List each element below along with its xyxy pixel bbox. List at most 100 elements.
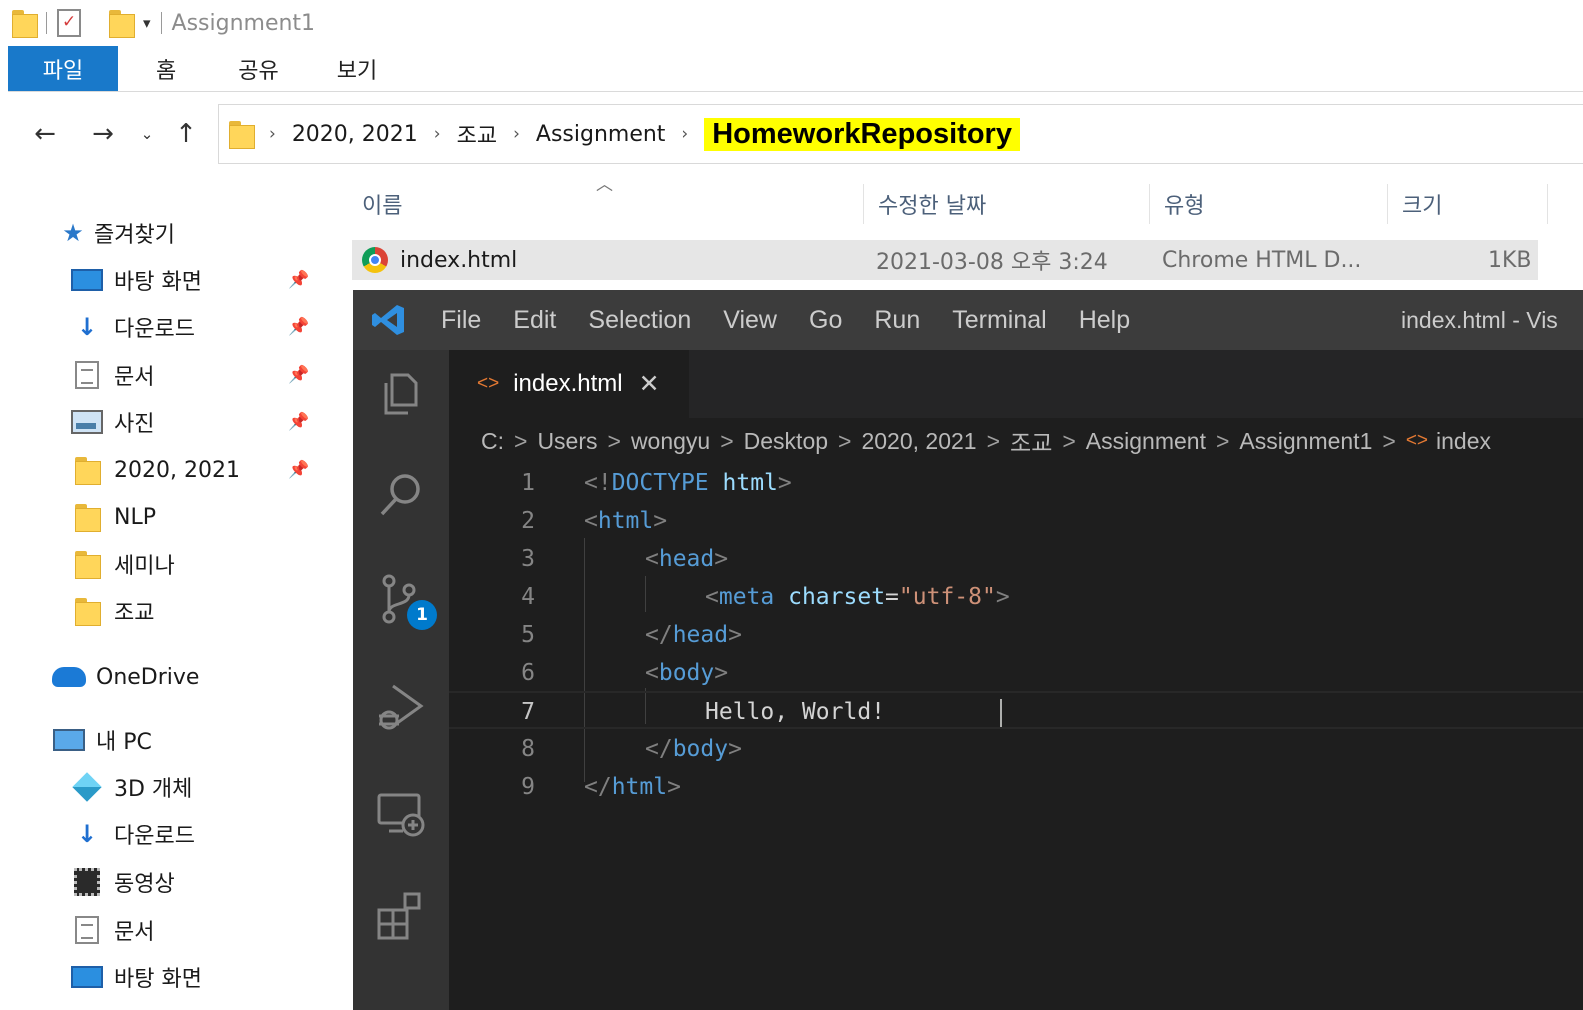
file-type: Chrome HTML D... xyxy=(1162,247,1362,273)
nav-item-nlp[interactable]: NLP xyxy=(70,494,322,540)
customize-dropdown-icon[interactable]: ▾ xyxy=(143,14,151,32)
3d-objects-icon xyxy=(72,772,102,802)
menu-edit[interactable]: Edit xyxy=(497,306,572,335)
folder-icon xyxy=(75,457,101,485)
breadcrumb-assistant[interactable]: 조교 xyxy=(457,118,497,150)
breadcrumb-user[interactable]: wongyu xyxy=(631,428,710,455)
desktop-icon xyxy=(71,966,103,988)
up-arrow-icon[interactable]: ↑ xyxy=(162,119,210,149)
nav-item-2020-2021[interactable]: 2020, 2021 📌 xyxy=(70,447,322,493)
tab-view[interactable]: 보기 xyxy=(303,46,411,91)
file-size: 1KB xyxy=(1488,247,1532,273)
nav-item-pc-documents[interactable]: 문서 xyxy=(70,907,322,953)
code-line: 2 <html> xyxy=(521,508,668,534)
menu-terminal[interactable]: Terminal xyxy=(936,306,1062,335)
nav-quick-access[interactable]: ★ 즐겨찾기 xyxy=(58,210,322,256)
chevron-right-icon: > xyxy=(514,427,528,454)
breadcrumb-file[interactable]: index xyxy=(1436,428,1491,455)
run-debug-icon[interactable] xyxy=(373,680,429,736)
column-header-modified[interactable]: 수정한 날짜 xyxy=(864,184,1150,224)
column-header-size[interactable]: 크기 xyxy=(1388,184,1548,224)
navigation-pane: ★ 즐겨찾기 바탕 화면 📌 ↓ 다운로드 📌 문서 📌 사진 📌 2020, … xyxy=(0,166,322,1010)
extensions-icon[interactable] xyxy=(373,888,429,944)
html-file-icon: <> xyxy=(1405,430,1429,451)
tab-share[interactable]: 공유 xyxy=(214,46,302,91)
new-folder-icon[interactable] xyxy=(109,10,135,38)
chevron-right-icon: > xyxy=(986,427,1001,454)
pin-icon[interactable]: 📌 xyxy=(288,270,309,290)
breadcrumb-users[interactable]: Users xyxy=(537,428,597,455)
nav-item-videos[interactable]: 동영상 xyxy=(70,859,322,905)
code-editor[interactable]: 1 <!DOCTYPE html> 2 <html> 3 <head> 4 <m… xyxy=(449,464,1583,1010)
nav-item-pc-desktop[interactable]: 바탕 화면 xyxy=(70,954,322,1000)
column-header-name[interactable]: 이름 xyxy=(348,184,864,224)
tab-home[interactable]: 홈 xyxy=(118,46,214,91)
download-arrow-icon: ↓ xyxy=(76,820,98,848)
nav-item-downloads[interactable]: ↓ 다운로드 📌 xyxy=(70,304,322,350)
tab-index-html[interactable]: <> index.html ✕ xyxy=(449,350,689,418)
code-line: 5 </head> xyxy=(521,622,742,648)
remote-explorer-icon[interactable] xyxy=(373,786,429,842)
editor-tabs: <> index.html ✕ xyxy=(449,350,1583,418)
breadcrumb-assistant[interactable]: 조교 xyxy=(1010,424,1052,458)
menu-help[interactable]: Help xyxy=(1063,306,1146,335)
code-line: 1 <!DOCTYPE html> xyxy=(521,470,792,496)
nav-item-pc-downloads[interactable]: ↓ 다운로드 xyxy=(70,811,322,857)
code-line: 8 </body> xyxy=(521,736,742,762)
forward-arrow-icon[interactable]: → xyxy=(74,119,132,149)
editor-breadcrumb: C: > Users > wongyu > Desktop > 2020, 2021 > … xyxy=(449,418,1583,464)
chevron-right-icon: > xyxy=(1382,427,1396,454)
vscode-logo-icon xyxy=(353,302,425,338)
menu-go[interactable]: Go xyxy=(793,306,858,335)
code-line: 4 <meta charset="utf-8"> xyxy=(521,584,1010,610)
menu-selection[interactable]: Selection xyxy=(572,306,707,335)
breadcrumb-2020-2021[interactable]: 2020, 2021 xyxy=(861,428,976,455)
breadcrumb-drive[interactable]: C: xyxy=(481,428,504,455)
navigation-bar: ← → ⌄ ↑ › 2020, 2021 › 조교 › Assignment ›… xyxy=(0,104,1583,164)
menu-view[interactable]: View xyxy=(707,306,793,335)
folder-icon xyxy=(229,121,255,149)
file-name: index.html xyxy=(400,247,518,273)
document-icon xyxy=(75,916,99,944)
menu-bar: File Edit Selection View Go Run Terminal… xyxy=(353,290,1583,350)
code-line: 9 </html> xyxy=(521,774,681,800)
close-icon[interactable]: ✕ xyxy=(639,369,660,399)
nav-item-desktop[interactable]: 바탕 화면 📌 xyxy=(70,257,322,303)
file-row[interactable]: index.html 2021-03-08 오후 3:24 Chrome HTM… xyxy=(352,240,1538,280)
recent-locations-chevron-icon[interactable]: ⌄ xyxy=(132,125,162,143)
breadcrumb-assignment[interactable]: Assignment xyxy=(536,122,666,147)
nav-item-pictures[interactable]: 사진 📌 xyxy=(70,399,322,445)
code-line-current: 7 Hello, World! xyxy=(449,691,1583,729)
nav-item-assistant[interactable]: 조교 xyxy=(70,588,322,634)
breadcrumb-desktop[interactable]: Desktop xyxy=(744,428,828,455)
nav-item-seminar[interactable]: 세미나 xyxy=(70,541,322,587)
nav-item-3d-objects[interactable]: 3D 개체 xyxy=(70,764,322,810)
search-icon[interactable] xyxy=(373,466,429,522)
column-header-type[interactable]: 유형 xyxy=(1150,184,1388,224)
chevron-right-icon: > xyxy=(1062,427,1076,454)
quick-access-toolbar: ▾ Assignment1 xyxy=(0,0,1583,46)
pin-icon[interactable]: 📌 xyxy=(288,412,309,432)
vscode-window-title: index.html - Vis xyxy=(1401,306,1558,333)
breadcrumb-2020-2021[interactable]: 2020, 2021 xyxy=(292,122,418,147)
activity-bar: 1 xyxy=(353,350,449,1010)
breadcrumb-homework-repository[interactable]: HomeworkRepository xyxy=(704,117,1020,151)
explorer-files-icon[interactable] xyxy=(373,366,429,422)
nav-item-documents[interactable]: 문서 📌 xyxy=(70,352,322,398)
breadcrumb-assignment[interactable]: Assignment xyxy=(1086,428,1206,455)
menu-run[interactable]: Run xyxy=(858,306,936,335)
back-arrow-icon[interactable]: ← xyxy=(16,119,74,149)
pin-icon[interactable]: 📌 xyxy=(288,460,309,480)
chevron-right-icon: > xyxy=(838,427,852,454)
address-bar[interactable]: › 2020, 2021 › 조교 › Assignment › Homewor… xyxy=(218,104,1583,164)
tab-file[interactable]: 파일 xyxy=(8,46,118,91)
nav-onedrive[interactable]: OneDrive xyxy=(52,654,322,700)
pin-icon[interactable]: 📌 xyxy=(288,365,309,385)
properties-icon[interactable] xyxy=(57,9,81,37)
toolbar-separator xyxy=(160,12,162,34)
pin-icon[interactable]: 📌 xyxy=(288,317,309,337)
source-control-icon[interactable]: 1 xyxy=(373,572,437,630)
menu-file[interactable]: File xyxy=(425,306,497,335)
breadcrumb-assignment1[interactable]: Assignment1 xyxy=(1239,428,1372,455)
nav-this-pc[interactable]: 내 PC xyxy=(52,717,322,763)
